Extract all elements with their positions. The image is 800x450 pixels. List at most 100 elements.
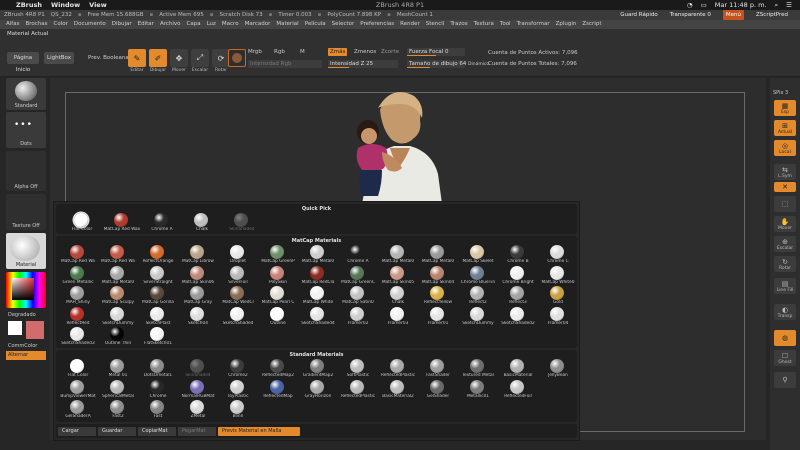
menu-item[interactable]: Película [305, 20, 326, 29]
material-swatch[interactable]: MatCap Skin06 [182, 265, 214, 286]
material-swatch[interactable]: SketchShaded4 [301, 306, 335, 327]
menu-item[interactable]: Trazos [450, 20, 467, 29]
material-swatch[interactable]: ToyPlastic [222, 379, 253, 400]
save-button[interactable]: Guardar [98, 427, 136, 436]
menu-item[interactable]: Material [276, 20, 298, 29]
material-swatch[interactable]: GelShaderA [62, 400, 93, 420]
switch-color-label[interactable]: CommColor [8, 343, 37, 349]
menu-item[interactable]: Alfas [6, 20, 19, 29]
z-intensity-slider[interactable]: Intensidad Z 25 [328, 60, 398, 68]
material-swatch[interactable]: GrayHorizon [302, 379, 333, 400]
local-button[interactable]: ◎ Local [774, 140, 796, 156]
material-swatch[interactable]: SketchDummy [462, 306, 494, 327]
menu-item[interactable]: Dibujar [112, 20, 132, 29]
material-swatch[interactable]: MatCap Metal0 [302, 245, 334, 265]
zadd-button[interactable]: Zmás [328, 48, 348, 56]
material-swatch[interactable]: SketchShaded [222, 306, 253, 327]
menu-item[interactable]: Marcador [245, 20, 271, 29]
mrgb-button[interactable]: Mrgb [248, 49, 262, 55]
material-swatch[interactable]: Chrome2 [222, 359, 253, 379]
material-swatch[interactable]: ReflectedFoil [502, 379, 533, 400]
material-swatch[interactable]: MatCap Red Wax [104, 213, 140, 233]
material-swatch[interactable]: Chrome B [502, 245, 533, 265]
rgb-button[interactable]: Rgb [274, 49, 285, 55]
material-swatch[interactable]: GelShader [422, 379, 453, 400]
material-swatch[interactable]: Metal 01 [102, 359, 133, 379]
persp-button[interactable]: ▦ Esp [774, 100, 796, 116]
material-swatch[interactable]: Flat Color [66, 213, 97, 233]
sculpture-model[interactable] [338, 86, 450, 204]
material-swatch[interactable]: ReflectedPlastic [341, 379, 375, 400]
material-swatch[interactable]: SkinShade4 [226, 213, 257, 233]
material-swatch[interactable]: Reflect3 [502, 286, 533, 306]
scale-icon[interactable]: ⤢ [191, 49, 209, 67]
mac-menu-view[interactable]: View [89, 0, 107, 10]
material-swatch[interactable]: Textured Metal [462, 359, 494, 379]
draw-icon[interactable]: ✐ [149, 49, 167, 67]
material-swatch[interactable]: ReflectYellow [422, 286, 453, 306]
material-swatch[interactable]: MatCap Metal0 [382, 245, 414, 265]
material-swatch[interactable]: SketchDummy [102, 306, 134, 327]
move-icon[interactable]: ✥ [170, 49, 188, 67]
lsym-button[interactable]: ⇆ L.Sym [774, 164, 796, 180]
alternate-button[interactable]: Alternar [6, 351, 46, 360]
transparency-slider[interactable]: Transparente 0 [670, 10, 711, 20]
material-swatch[interactable]: Framer01 [422, 306, 453, 327]
texture-tile[interactable]: Texture Off [6, 194, 46, 230]
material-swatch[interactable]: Flat Color [62, 359, 93, 379]
menu-item[interactable]: Capa [187, 20, 201, 29]
material-swatch[interactable]: Green Metallic [62, 265, 94, 286]
menu-item[interactable]: Zscript [582, 20, 601, 29]
material-swatch[interactable]: ReflectOrange [142, 245, 173, 265]
material-swatch[interactable]: DotsOmetal1 [142, 359, 173, 379]
default-zscript-button[interactable]: ZScriptPred [756, 10, 788, 20]
material-swatch[interactable]: ReflectedMap [262, 379, 293, 400]
material-swatch[interactable]: MatCap RedCla [302, 265, 334, 286]
material-swatch[interactable]: BumpViewerMat [60, 379, 96, 400]
material-swatch[interactable]: SilverFoil [222, 265, 253, 286]
menu-item[interactable]: Macro [222, 20, 239, 29]
menu-item[interactable]: Preferencias [360, 20, 394, 29]
material-swatch[interactable]: GradientMap2 [302, 359, 333, 379]
material-tile[interactable]: Material [6, 233, 46, 269]
menu-item[interactable]: Textura [474, 20, 494, 29]
menu-list-icon[interactable]: ☰ [786, 0, 792, 10]
frame-button[interactable]: ⬚ [774, 196, 796, 212]
zcut-button[interactable]: Zcorte [381, 48, 399, 56]
brush-tile[interactable]: Standard [6, 78, 46, 110]
material-swatch[interactable]: SphericalMetal [102, 379, 134, 400]
spix-label[interactable]: SPix 3 [773, 90, 788, 96]
lightbox-button[interactable]: LightBox [44, 52, 74, 64]
material-swatch[interactable]: FlatSketch01 [142, 327, 173, 347]
material-preview-icon[interactable] [228, 49, 246, 67]
menu-item[interactable]: Documento [74, 20, 106, 29]
material-swatch[interactable]: ReflectedPlastic [381, 359, 415, 379]
material-swatch[interactable]: SketchShaded3 [61, 327, 95, 347]
linefill-button[interactable]: ▤ Line Fill [774, 278, 796, 294]
transp-button[interactable]: ◐ Transp [774, 304, 796, 320]
menu-item[interactable]: Color [54, 20, 68, 29]
material-swatch[interactable]: Chalk [382, 286, 413, 306]
move-view-button[interactable]: ✋ Mover [774, 216, 796, 232]
zsub-button[interactable]: Zmenos [354, 48, 376, 56]
material-swatch[interactable]: Gold [542, 286, 573, 306]
material-swatch[interactable]: Chrome A [342, 245, 373, 265]
ghost-button[interactable]: ◍ [774, 330, 796, 346]
material-swatch[interactable]: Metallic01 [462, 379, 493, 400]
material-swatch[interactable]: Droplet [222, 245, 253, 265]
material-swatch[interactable]: ZMetal [182, 400, 213, 420]
material-swatch[interactable]: Framer04 [542, 306, 573, 327]
solo-button[interactable]: ☐ Ghost [774, 350, 796, 366]
material-swatch[interactable]: MatCap Pearl C [262, 286, 294, 306]
preview-material-button[interactable]: Previs Material en Malla [218, 427, 300, 436]
material-swatch[interactable]: Framer03 [382, 306, 413, 327]
material-swatch[interactable]: MatCap Skin04 [422, 265, 454, 286]
xyz-button[interactable]: ✕ [774, 182, 796, 192]
material-swatch[interactable]: MatCap White [302, 286, 333, 306]
material-swatch[interactable]: SketchShaded2 [501, 306, 535, 327]
rgb-intensity-slider[interactable]: Intensidad Rgb [248, 60, 322, 68]
material-swatch[interactable]: ReflectedMap2 [262, 359, 294, 379]
material-swatch[interactable]: MatCap Metal0 [102, 265, 134, 286]
live-boolean-button[interactable]: Prev. Booleana [88, 55, 129, 61]
m-button[interactable]: M [300, 49, 305, 55]
